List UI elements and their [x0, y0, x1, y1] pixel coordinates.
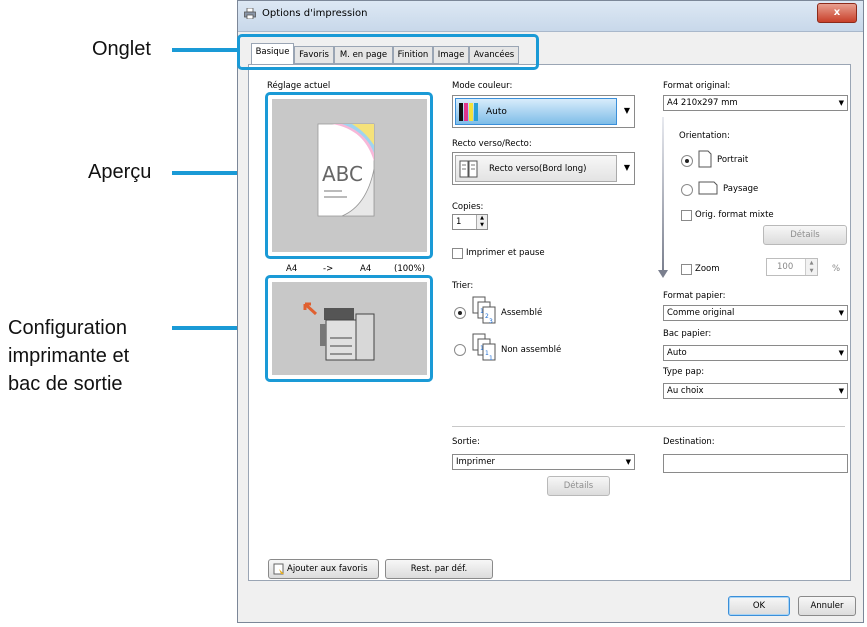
color-mode-selected: Auto [455, 98, 617, 125]
portrait-radio[interactable] [681, 155, 693, 167]
paper-format-label: Format papier: [663, 291, 726, 301]
landscape-page-icon [698, 181, 718, 195]
callout-apercu: Aperçu [88, 161, 152, 183]
flow-arrow-icon [658, 270, 668, 278]
add-favorites-button[interactable]: Ajouter aux favoris [268, 559, 379, 579]
size-percent: (100%) [394, 264, 425, 274]
chevron-down-icon: ▼ [623, 106, 630, 115]
duplex-select[interactable]: Recto verso(Bord long) ▼ [452, 152, 635, 185]
paper-format-select[interactable]: Comme original ▼ [663, 305, 848, 321]
printer-icon [244, 8, 256, 19]
chevron-down-icon: ▼ [838, 99, 844, 107]
ok-button[interactable]: OK [728, 596, 790, 616]
collated-radio[interactable] [454, 307, 466, 319]
current-setting-label: Réglage actuel [267, 81, 331, 91]
copies-label: Copies: [452, 202, 484, 212]
copies-stepper[interactable]: 1 ▲ ▼ [452, 214, 488, 230]
callout-line-onglet [172, 48, 240, 52]
tray-label: Bac papier: [663, 329, 712, 339]
uncollated-icon: 1 1 1 [472, 333, 496, 362]
zoom-label: Zoom [695, 264, 720, 274]
landscape-radio[interactable] [681, 184, 693, 196]
size-from: A4 [286, 264, 298, 274]
duplex-label: Recto verso/Recto: [452, 139, 532, 149]
tray-select[interactable]: Auto ▼ [663, 345, 848, 361]
chevron-down-icon: ▼ [838, 387, 844, 395]
collated-label: Assemblé [501, 308, 543, 318]
landscape-label: Paysage [723, 184, 759, 194]
cancel-button[interactable]: Annuler [798, 596, 856, 616]
callout-onglet: Onglet [92, 38, 151, 60]
svg-text:1: 1 [489, 355, 493, 362]
svg-text:1: 1 [480, 345, 484, 352]
output-details-button[interactable]: Détails [547, 476, 610, 496]
mixed-format-label: Orig. format mixte [695, 210, 774, 220]
orientation-details-button[interactable]: Détails [763, 225, 847, 245]
color-mode-select[interactable]: Auto ▼ [452, 95, 635, 128]
orientation-label: Orientation: [679, 131, 730, 141]
chevron-down-icon: ▼ [625, 458, 631, 466]
spin-arrows-icon[interactable]: ▲ ▼ [805, 259, 817, 275]
chevron-down-icon: ▼ [838, 349, 844, 357]
uncollated-label: Non assemblé [501, 345, 562, 355]
orig-format-label: Format original: [663, 81, 731, 91]
callout-config-2: imprimante et [8, 345, 130, 367]
size-to: A4 [360, 264, 372, 274]
output-select[interactable]: Imprimer ▼ [452, 454, 635, 470]
color-mode-label: Mode couleur: [452, 81, 513, 91]
print-pause-label: Imprimer et pause [466, 248, 545, 258]
zoom-checkbox[interactable] [681, 264, 692, 275]
duplex-selected: Recto verso(Bord long) [455, 155, 617, 182]
svg-text:3: 3 [489, 318, 493, 325]
printer-config-highlight [265, 275, 433, 382]
add-favorite-icon [273, 563, 284, 575]
window-title: Options d'impression [262, 8, 368, 19]
orig-format-select[interactable]: A4 210x297 mm ▼ [663, 95, 848, 111]
output-label: Sortie: [452, 437, 480, 447]
callout-config-1: Configuration [8, 317, 127, 339]
tabs-highlight [237, 34, 539, 70]
size-arrow: -> [323, 264, 334, 274]
mixed-format-checkbox[interactable] [681, 210, 692, 221]
zoom-unit: % [832, 264, 841, 274]
destination-label: Destination: [663, 437, 715, 447]
uncollated-radio[interactable] [454, 344, 466, 356]
duplex-icon [459, 160, 478, 178]
chevron-down-icon: ▼ [623, 163, 630, 172]
paper-type-select[interactable]: Au choix ▼ [663, 383, 848, 399]
reset-defaults-button[interactable]: Rest. par déf. [385, 559, 493, 579]
paper-type-label: Type pap: [663, 367, 705, 377]
chevron-down-icon: ▼ [838, 309, 844, 317]
spin-arrows-icon[interactable]: ▲ ▼ [476, 215, 487, 229]
sort-label: Trier: [452, 281, 474, 291]
destination-field[interactable] [663, 454, 848, 473]
zoom-stepper[interactable]: 100 ▲ ▼ [766, 258, 818, 276]
print-pause-checkbox[interactable] [452, 248, 463, 259]
callout-config-3: bac de sortie [8, 373, 123, 395]
preview-highlight [265, 92, 433, 259]
separator [452, 426, 845, 427]
svg-text:1: 1 [480, 308, 484, 315]
portrait-page-icon [698, 150, 712, 168]
collated-icon: 1 2 3 [472, 296, 496, 325]
title-bar: Options d'impression x [238, 1, 863, 32]
close-button[interactable]: x [817, 3, 857, 23]
flow-arrow-line [662, 117, 664, 273]
portrait-label: Portrait [717, 155, 749, 165]
